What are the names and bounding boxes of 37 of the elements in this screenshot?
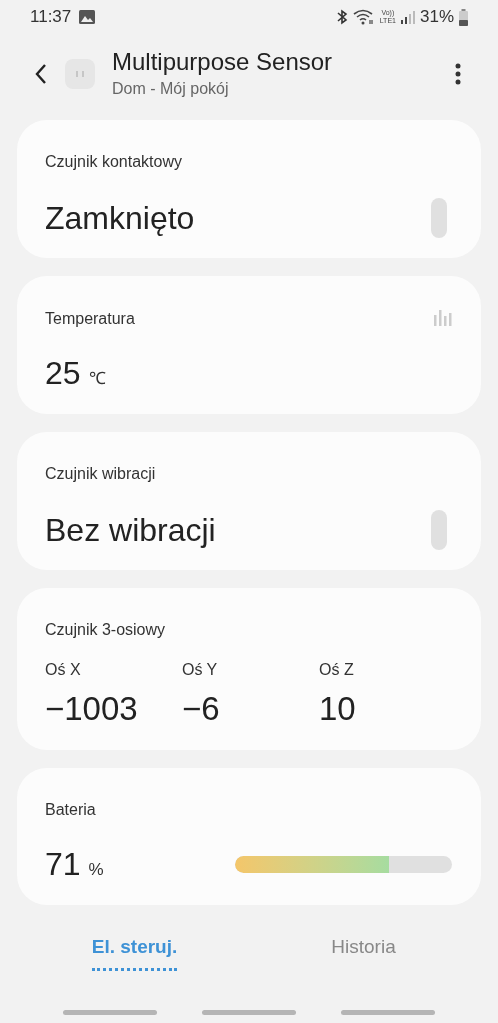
chart-icon[interactable] <box>433 307 453 327</box>
card-label: Bateria <box>45 800 96 820</box>
nav-bar-handle[interactable] <box>63 1010 157 1015</box>
axis-label: Oś Z <box>319 660 355 680</box>
unit-label: ℃ <box>88 368 106 390</box>
axis-value: −6 <box>182 689 221 729</box>
nav-bar-handle[interactable] <box>341 1010 435 1015</box>
tab[interactable]: Historia <box>331 933 396 971</box>
device-icon <box>64 58 96 90</box>
status-pill <box>431 510 447 550</box>
signal-icon <box>400 10 415 24</box>
card-label: Czujnik wibracji <box>45 464 156 484</box>
screen-title: Multipurpose Sensor <box>112 47 334 77</box>
unit-label: % <box>88 859 104 881</box>
image-icon <box>79 10 96 24</box>
state-value: Bez wibracji <box>45 511 216 550</box>
more-dots-icon <box>455 63 461 85</box>
location-subtitle: Dom - Mój pokój <box>112 79 230 99</box>
axis-value: −1003 <box>45 689 139 729</box>
status-pill <box>431 198 447 238</box>
nav-bar-handle[interactable] <box>202 1010 296 1015</box>
wifi-icon <box>352 9 375 25</box>
clock-time: 11:37 <box>30 6 72 29</box>
card-label: Czujnik kontaktowy <box>45 152 182 172</box>
axis-value: 10 <box>319 689 357 729</box>
card-label: Temperatura <box>45 309 135 329</box>
state-value: Zamknięto <box>45 199 195 238</box>
tab[interactable]: El. steruj. <box>91 933 178 971</box>
bluetooth-icon <box>335 9 348 25</box>
battery-icon <box>459 8 468 26</box>
card-label: Czujnik 3-osiowy <box>45 620 166 640</box>
reading-value: 25 <box>45 354 81 393</box>
reading-value: 71 <box>45 845 81 884</box>
axis-label: Oś X <box>45 660 82 680</box>
back-chevron-icon <box>34 63 48 85</box>
battery-percent: 31% <box>419 6 454 29</box>
axis-label: Oś Y <box>182 660 219 680</box>
